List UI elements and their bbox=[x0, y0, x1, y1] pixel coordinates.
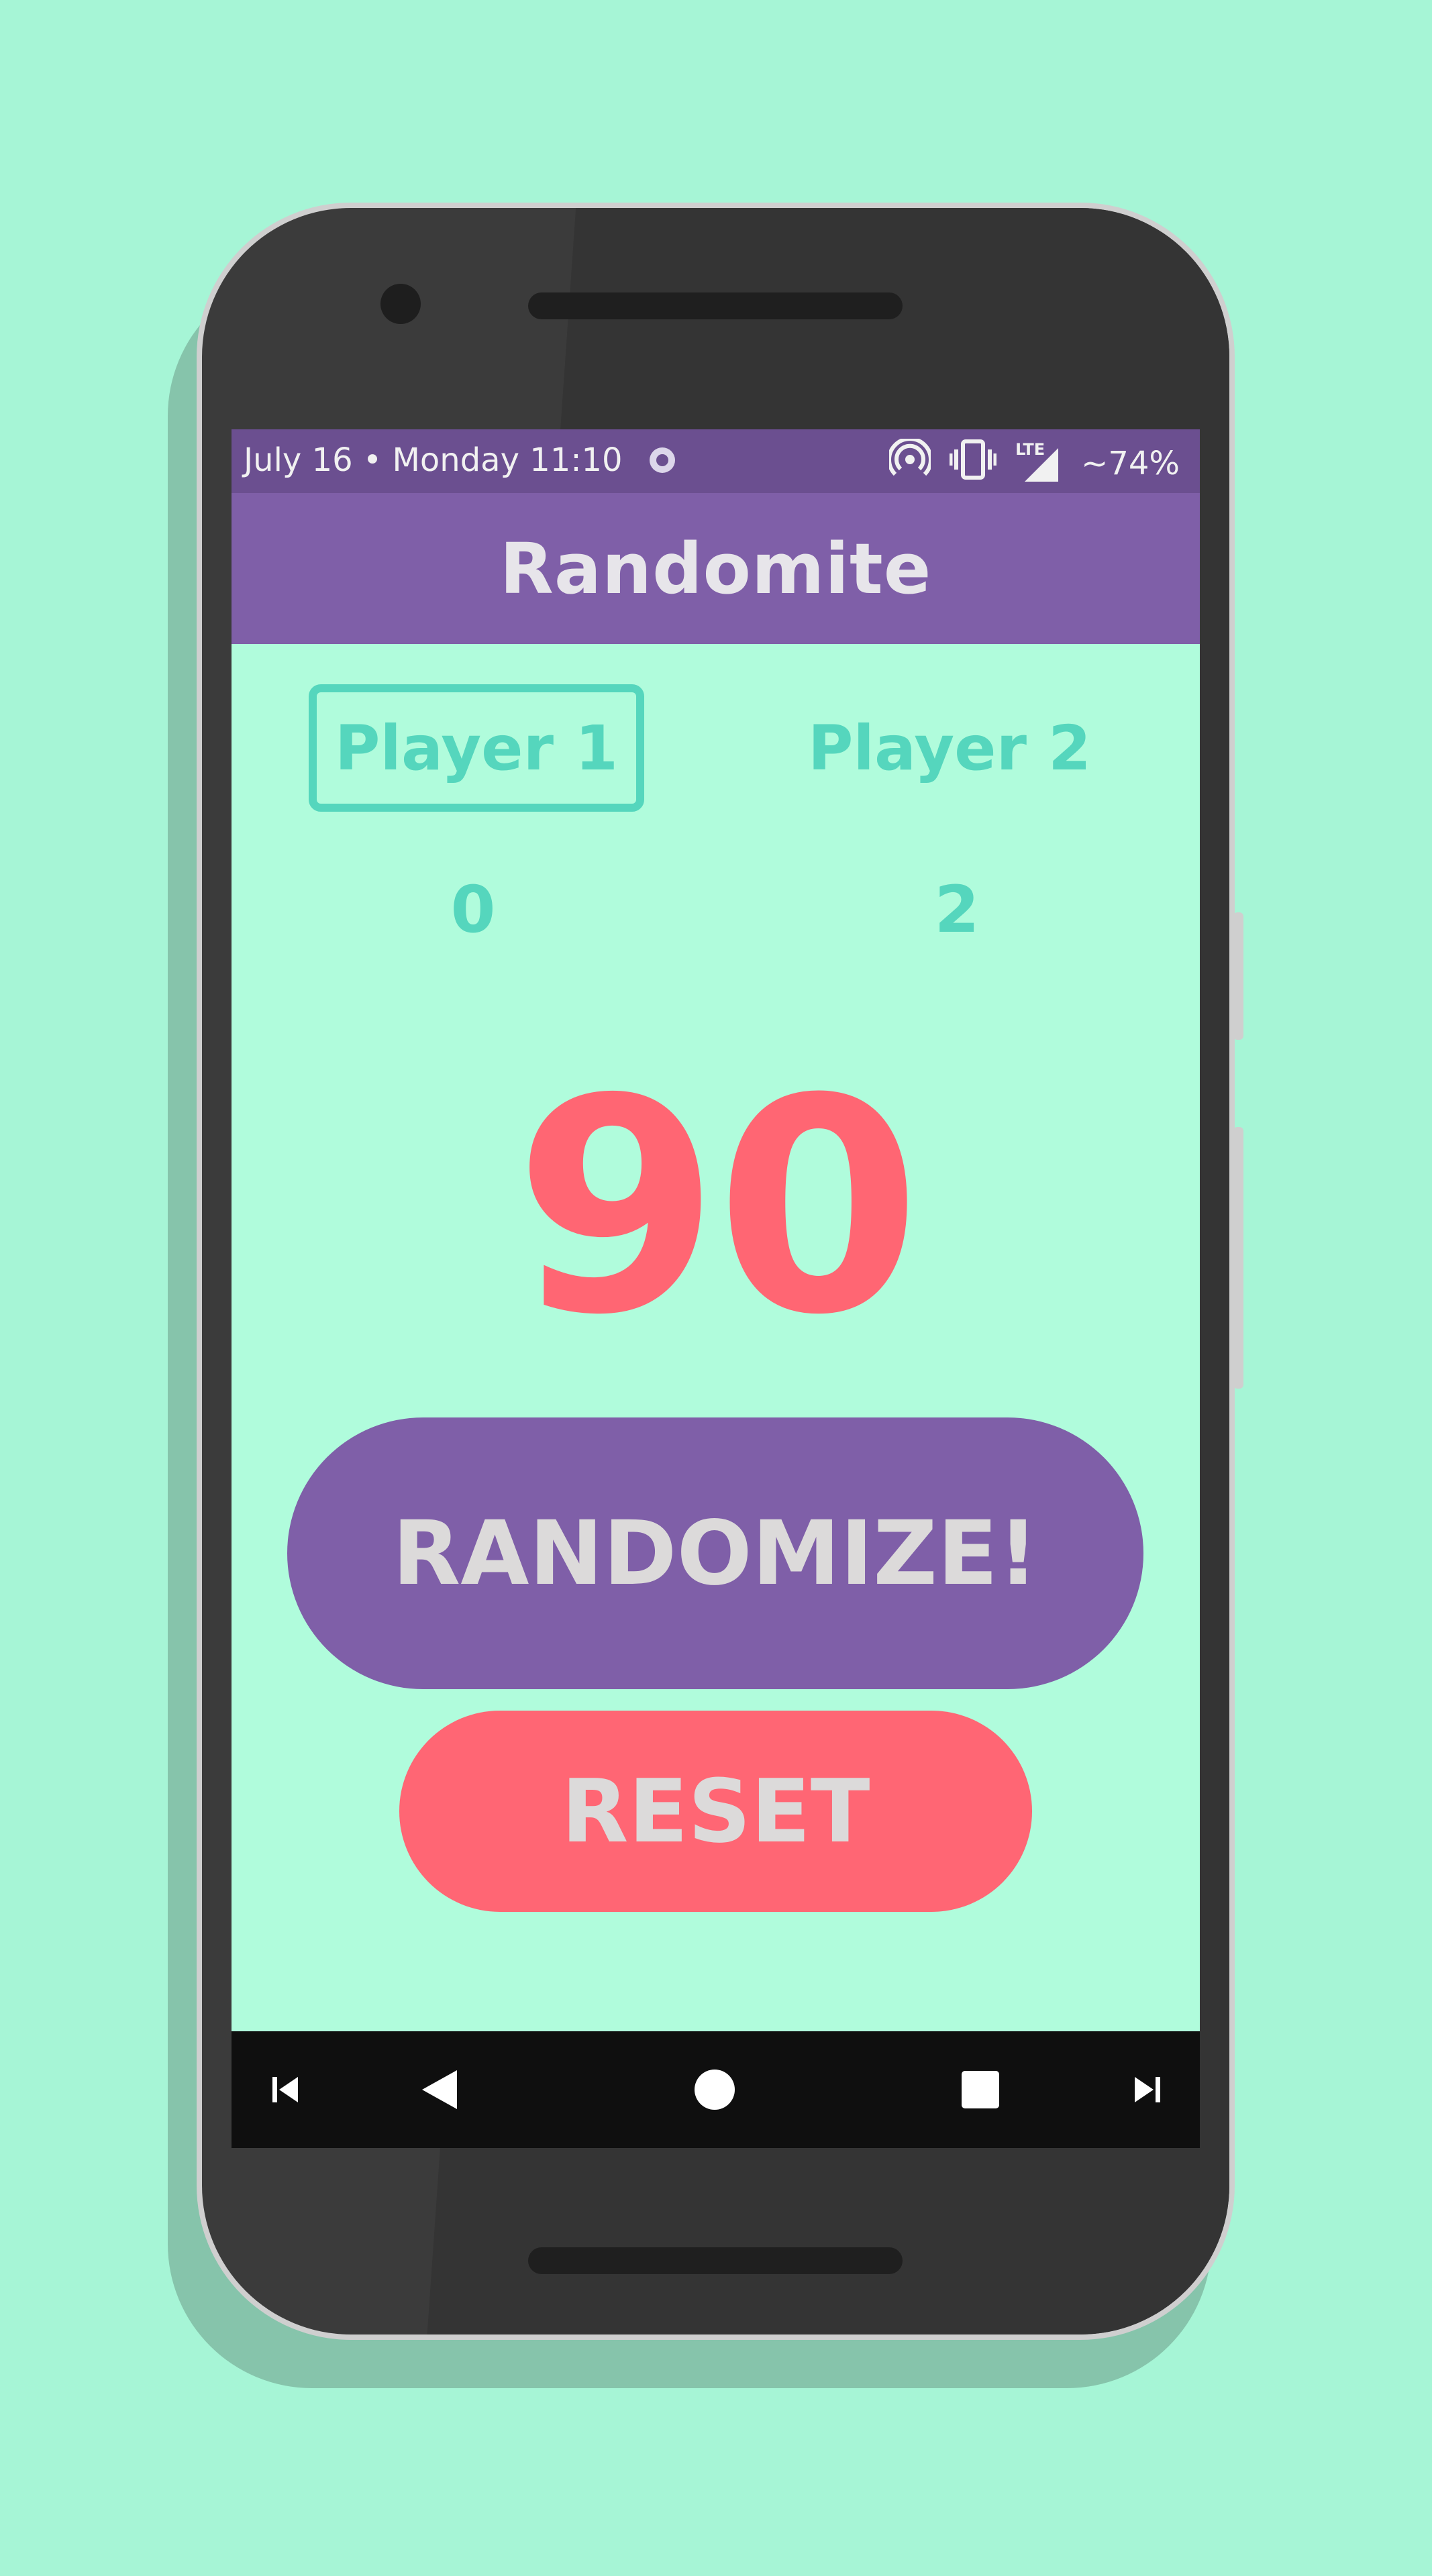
phone-screen: July 16 • Monday 11:10 LTE ~74% Randomit… bbox=[232, 429, 1200, 2148]
player-1-button[interactable]: Player 1 bbox=[309, 684, 644, 812]
battery-text: ~74% bbox=[1081, 445, 1180, 482]
status-date-time: July 16 • Monday 11:10 bbox=[244, 441, 623, 479]
recents-icon[interactable] bbox=[947, 2031, 1014, 2148]
navigation-bar bbox=[232, 2031, 1200, 2148]
volume-button bbox=[1233, 912, 1243, 1040]
notification-dot-icon bbox=[649, 447, 675, 473]
player-2-score: 2 bbox=[934, 872, 980, 947]
home-icon[interactable] bbox=[674, 2031, 755, 2148]
app-title: Randomite bbox=[499, 527, 932, 610]
player-1-label: Player 1 bbox=[335, 712, 618, 784]
bottom-speaker bbox=[528, 2247, 903, 2274]
app-bar: Randomite bbox=[232, 493, 1200, 644]
hotspot-icon bbox=[887, 437, 933, 488]
skip-previous-icon[interactable] bbox=[258, 2031, 312, 2148]
earpiece-speaker bbox=[528, 292, 903, 319]
status-bar: July 16 • Monday 11:10 LTE ~74% bbox=[232, 429, 1200, 493]
skip-next-icon[interactable] bbox=[1121, 2031, 1174, 2148]
vibrate-icon bbox=[949, 439, 997, 488]
lte-signal-icon: LTE bbox=[1015, 440, 1062, 484]
front-camera bbox=[380, 284, 421, 324]
player-2-label: Player 2 bbox=[808, 712, 1091, 784]
back-icon[interactable] bbox=[406, 2031, 473, 2148]
reset-button-label: RESET bbox=[561, 1760, 870, 1862]
random-number: 90 bbox=[514, 1036, 921, 1379]
randomize-button-label: RANDOMIZE! bbox=[392, 1501, 1039, 1605]
player-2-button[interactable]: Player 2 bbox=[782, 684, 1117, 812]
reset-button[interactable]: RESET bbox=[399, 1711, 1032, 1912]
randomize-button[interactable]: RANDOMIZE! bbox=[287, 1417, 1143, 1689]
player-1-score: 0 bbox=[450, 872, 496, 947]
power-button bbox=[1233, 1127, 1243, 1389]
